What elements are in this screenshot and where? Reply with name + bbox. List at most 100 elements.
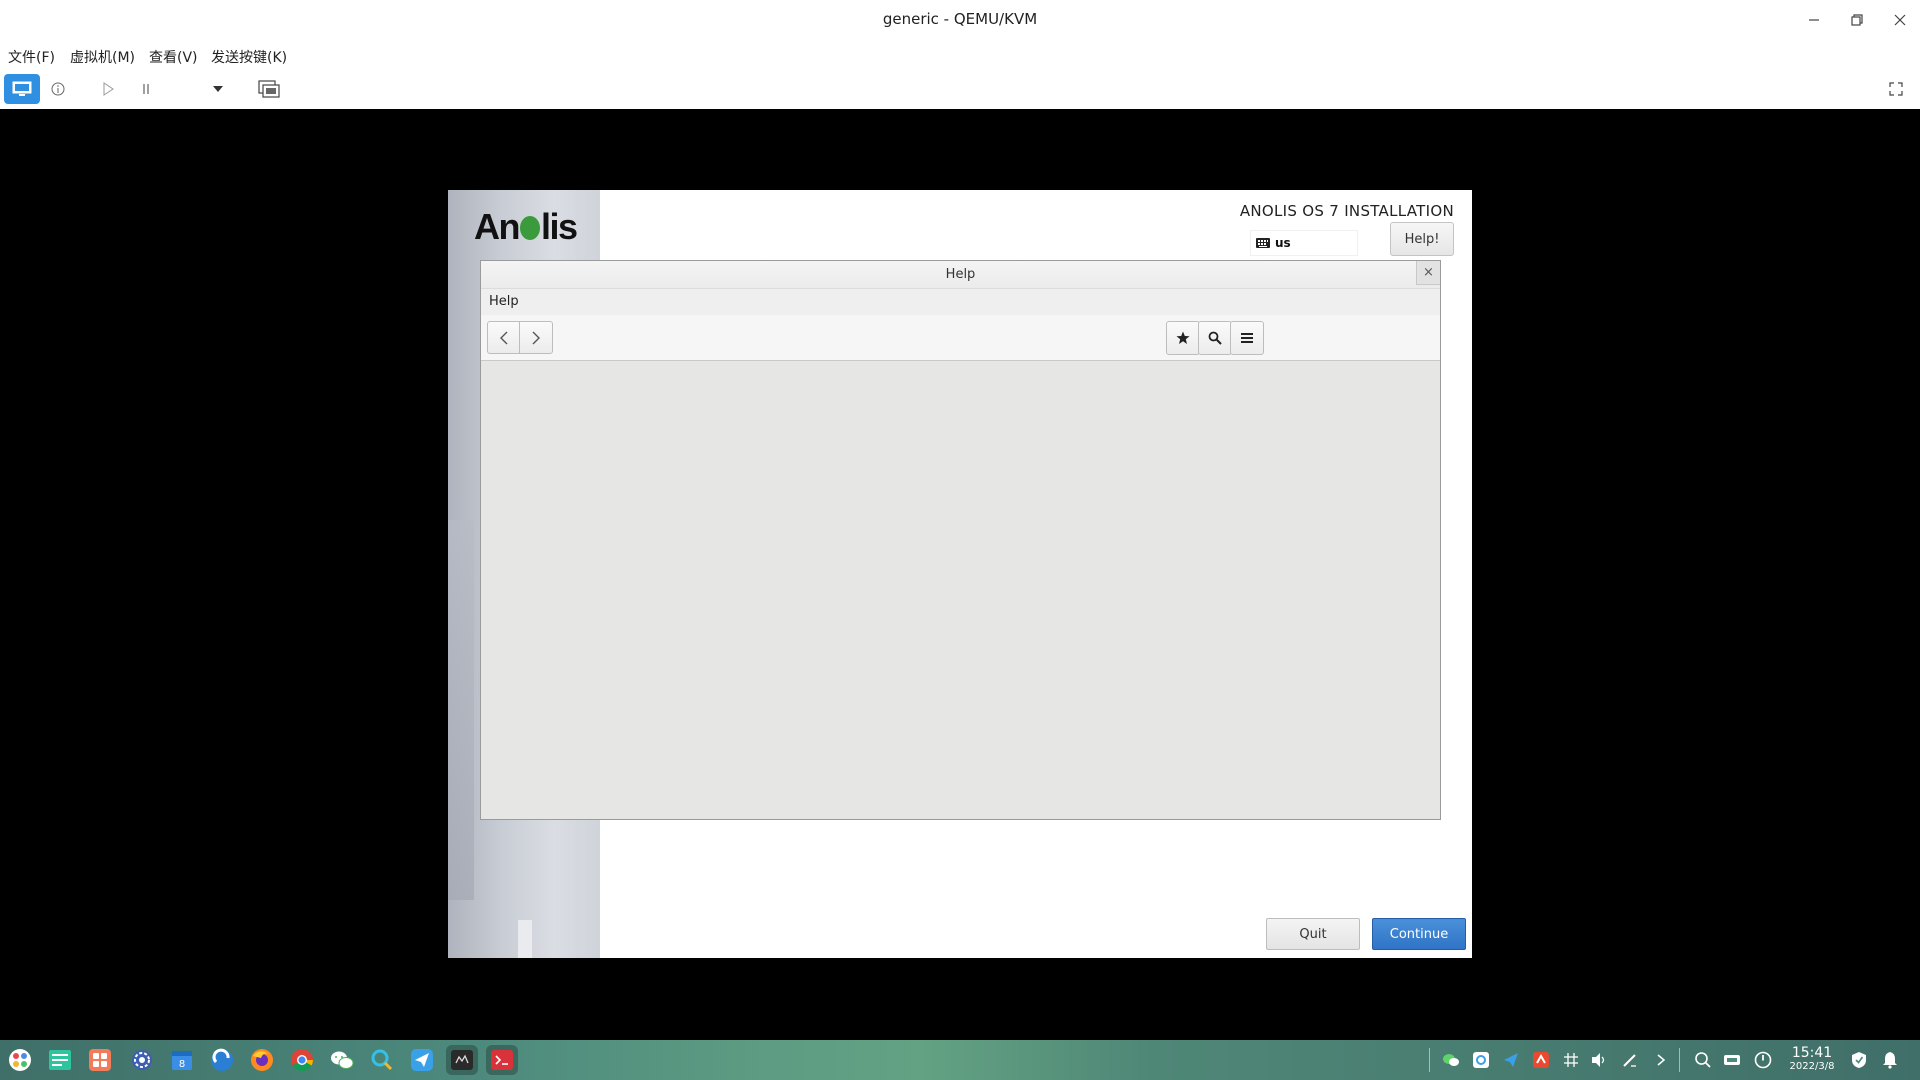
virt-manager-icon [451, 1050, 473, 1070]
monitor-icon [12, 81, 32, 96]
taskbar-app-messenger[interactable] [406, 1045, 438, 1075]
star-icon [1176, 331, 1190, 344]
snapshot-icon [258, 80, 280, 98]
launcher-button[interactable] [4, 1045, 36, 1075]
forward-button[interactable] [520, 321, 553, 354]
search-icon [1208, 331, 1222, 345]
installer-title: ANOLIS OS 7 INSTALLATION [1239, 202, 1454, 220]
vm-display[interactable]: An lis ANOLIS OS 7 INSTALLATION us Help! … [448, 190, 1472, 958]
terminal-icon [491, 1050, 513, 1070]
navigation-group [487, 321, 553, 354]
taskbar-app-browser[interactable] [206, 1045, 238, 1075]
search-button[interactable] [1198, 321, 1232, 355]
close-icon [1894, 14, 1906, 26]
chrome-icon [291, 1049, 313, 1071]
wechat-icon [331, 1051, 354, 1069]
tray-office-icon[interactable] [1531, 1050, 1551, 1070]
tray-expand-icon[interactable] [1651, 1050, 1671, 1070]
keyboard-layout-indicator[interactable]: us [1250, 230, 1358, 256]
installer-help-button[interactable]: Help! [1390, 222, 1454, 256]
global-search-icon[interactable] [1693, 1050, 1713, 1070]
anolis-logo: An lis [474, 206, 578, 247]
help-dialog-menubar: Help [481, 289, 1440, 315]
anolis-logo-mark [520, 216, 540, 240]
snapshots-button[interactable] [254, 74, 284, 104]
power-icon[interactable] [1753, 1050, 1773, 1070]
tray-screenshot-icon[interactable] [1471, 1050, 1491, 1070]
tray-separator [1429, 1048, 1430, 1072]
help-dialog-title: Help [945, 267, 976, 282]
help-content-area[interactable] [481, 362, 1440, 819]
help-dialog: Help × Help [480, 260, 1441, 820]
menubar: 文件(F) 虚拟机(M) 查看(V) 发送按键(K) [0, 40, 1920, 70]
magnifier-app-icon [371, 1049, 393, 1071]
keyboard-layout-label: us [1275, 236, 1291, 250]
menu-vm[interactable]: 虚拟机(M) [70, 47, 135, 67]
chevron-left-icon [499, 331, 507, 344]
minimize-icon [1809, 19, 1819, 21]
launcher-icon [9, 1049, 31, 1071]
continue-button[interactable]: Continue [1372, 918, 1466, 950]
taskbar-app-file-manager[interactable] [44, 1045, 76, 1075]
app-store-icon [89, 1049, 111, 1071]
console-view-button[interactable] [4, 74, 40, 104]
help-dialog-close-button[interactable]: × [1416, 261, 1440, 285]
chevron-right-icon [532, 331, 540, 344]
notification-bell-icon[interactable] [1880, 1050, 1900, 1070]
tray-pen-icon[interactable] [1620, 1050, 1640, 1070]
tray-input-method-icon[interactable] [1561, 1050, 1581, 1070]
pause-button[interactable] [134, 74, 158, 104]
help-dialog-header: Help × [481, 261, 1440, 289]
play-icon [103, 82, 114, 96]
taskbar-app-search[interactable] [366, 1045, 398, 1075]
help-menu[interactable]: Help [489, 294, 519, 309]
sidebar-decoration [518, 920, 532, 958]
fullscreen-button[interactable] [1882, 74, 1910, 104]
tray-messenger-icon[interactable] [1501, 1050, 1521, 1070]
hamburger-icon [1241, 333, 1253, 343]
menu-view[interactable]: 查看(V) [149, 47, 198, 67]
fullscreen-icon [1889, 82, 1903, 96]
volume-icon[interactable] [1589, 1050, 1609, 1070]
pause-icon [143, 84, 149, 94]
info-icon [51, 82, 65, 96]
tray-separator [1679, 1048, 1680, 1072]
window-titlebar: generic - QEMU/KVM [0, 0, 1920, 40]
gear-icon [132, 1050, 152, 1070]
back-button[interactable] [487, 321, 520, 354]
run-button[interactable] [96, 74, 120, 104]
paper-plane-icon [411, 1049, 433, 1071]
menu-button[interactable] [1230, 321, 1264, 355]
taskbar-app-virt-manager[interactable] [446, 1045, 478, 1075]
minimize-button[interactable] [1802, 8, 1826, 32]
taskbar: 8 15:41 2022/3/8 [0, 1040, 1920, 1080]
tray-wechat-icon[interactable] [1441, 1050, 1461, 1070]
menu-sendkey[interactable]: 发送按键(K) [211, 47, 287, 67]
sidebar-decoration [448, 520, 474, 900]
help-dialog-toolbar [481, 315, 1440, 361]
chevron-down-icon [213, 86, 223, 92]
power-menu-dropdown[interactable] [208, 74, 228, 104]
multitask-view-icon[interactable] [1722, 1050, 1742, 1070]
browser-icon [211, 1048, 233, 1071]
taskbar-clock[interactable]: 15:41 2022/3/8 [1786, 1045, 1838, 1073]
menu-file[interactable]: 文件(F) [8, 47, 55, 67]
keyboard-icon [1256, 238, 1270, 248]
taskbar-app-calendar[interactable]: 8 [166, 1045, 198, 1075]
taskbar-app-settings[interactable] [126, 1045, 158, 1075]
close-button[interactable] [1888, 8, 1912, 32]
taskbar-app-store[interactable] [84, 1045, 116, 1075]
taskbar-app-chrome[interactable] [286, 1045, 318, 1075]
taskbar-app-firefox[interactable] [246, 1045, 278, 1075]
tray-security-icon[interactable] [1849, 1050, 1869, 1070]
calendar-icon: 8 [172, 1051, 192, 1070]
vm-toolbar [0, 70, 1920, 109]
taskbar-app-wechat[interactable] [326, 1045, 358, 1075]
taskbar-app-terminal[interactable] [486, 1045, 518, 1075]
clock-time: 15:41 [1791, 1045, 1833, 1061]
quit-button[interactable]: Quit [1266, 918, 1360, 950]
firefox-icon [251, 1049, 273, 1071]
restore-button[interactable] [1845, 8, 1869, 32]
bookmark-button[interactable] [1166, 321, 1200, 355]
details-button[interactable] [46, 74, 70, 104]
